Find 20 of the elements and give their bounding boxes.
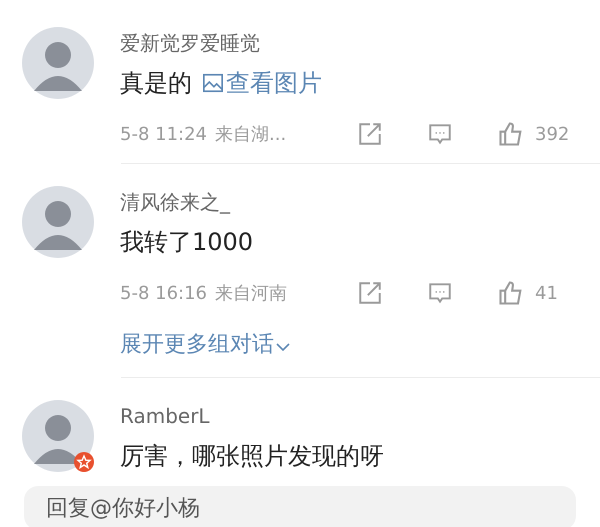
comment-text: 真是的	[120, 68, 192, 99]
user-name[interactable]: 爱新觉罗爱睡觉	[120, 29, 580, 57]
comment-source: 来自河南	[215, 282, 287, 306]
expand-link[interactable]: 展开更多组对话	[120, 328, 290, 361]
image-icon	[202, 72, 224, 94]
view-image-link[interactable]: 查看图片	[202, 67, 322, 99]
comment-text: 厉害，哪张照片发现的呀	[120, 441, 384, 472]
comment-text: 我转了1000	[120, 227, 254, 258]
comment-time: 5-8 16:16	[120, 282, 207, 306]
like-count: 41	[535, 282, 558, 306]
share-icon[interactable]	[357, 280, 383, 306]
share-icon[interactable]	[357, 121, 383, 147]
chevron-down-icon	[276, 342, 290, 350]
user-name[interactable]: 清风徐来之_	[120, 188, 580, 216]
avatar-icon	[22, 400, 94, 472]
comment-source: 来自湖...	[215, 122, 286, 146]
comment-time: 5-8 11:24	[120, 122, 207, 146]
like-count: 392	[535, 122, 570, 146]
reply-field[interactable]: 回复@你好小杨	[24, 486, 576, 527]
user-name[interactable]: RamberL	[120, 402, 580, 430]
